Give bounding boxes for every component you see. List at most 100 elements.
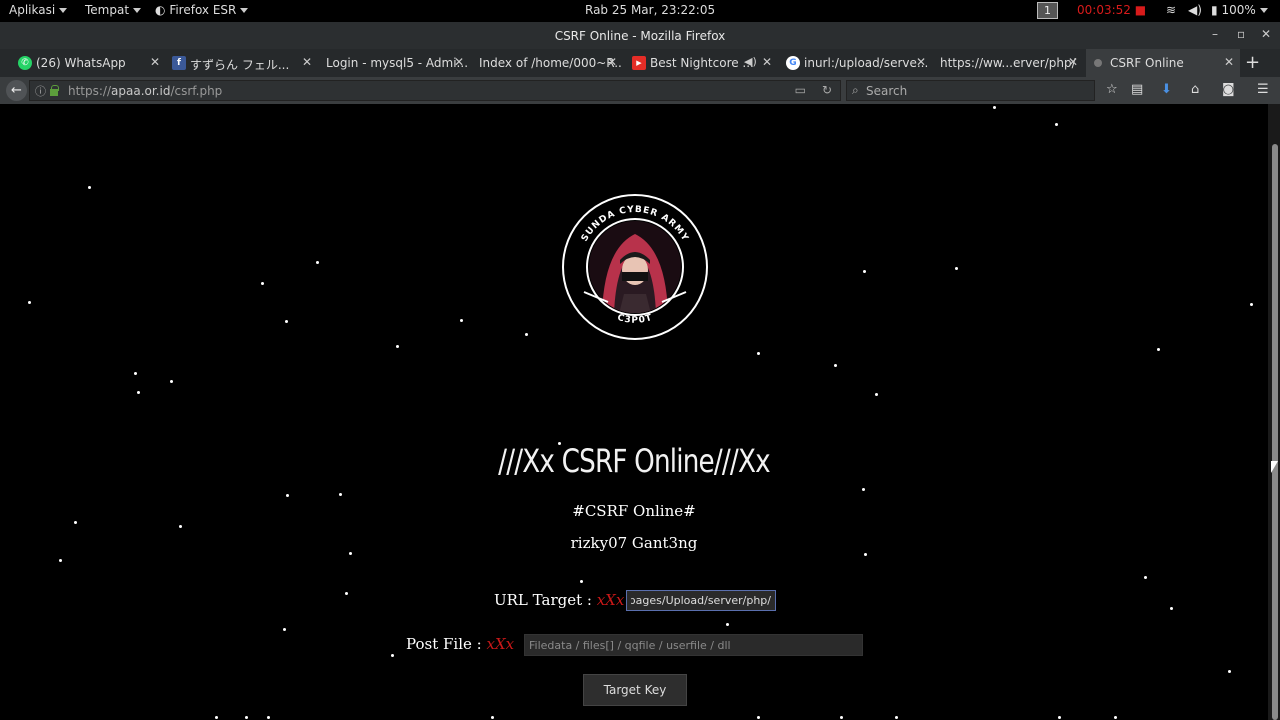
app-name-label: Firefox ESR xyxy=(169,3,237,17)
window-title: CSRF Online - Mozilla Firefox xyxy=(554,29,726,43)
tab-whatsapp[interactable]: ✆ (26) WhatsApp ✕ xyxy=(14,49,166,77)
library-icon[interactable]: ▤ xyxy=(1131,82,1143,97)
close-window-button[interactable]: ✕ xyxy=(1261,27,1271,41)
page-icon xyxy=(1094,59,1102,67)
close-tab-icon[interactable]: ✕ xyxy=(302,55,312,69)
url-target-label-text: URL Target : xyxy=(494,591,597,609)
star-dot xyxy=(267,716,270,719)
star-dot xyxy=(283,628,286,631)
post-file-input[interactable] xyxy=(524,634,863,656)
bookmark-star-icon[interactable]: ☆ xyxy=(1106,82,1118,97)
star-dot xyxy=(864,553,867,556)
search-input[interactable] xyxy=(866,83,1086,99)
new-tab-button[interactable]: + xyxy=(1245,52,1260,73)
url-scheme: https:// xyxy=(68,84,112,98)
star-dot xyxy=(1114,716,1117,719)
star-dot xyxy=(895,716,898,719)
scrollbar-thumb[interactable] xyxy=(1272,144,1278,720)
star-dot xyxy=(1144,576,1147,579)
url-bar[interactable]: ⓘ https://apaa.or.id/csrf.php ▭ ↻ xyxy=(29,80,841,101)
star-dot xyxy=(757,352,760,355)
reload-icon[interactable]: ↻ xyxy=(822,83,832,97)
star-dot xyxy=(863,270,866,273)
tab-label: Login - mysql5 - Admi... xyxy=(326,56,469,70)
applications-label: Aplikasi xyxy=(9,3,56,17)
clock[interactable]: Rab 25 Mar, 23:22:05 xyxy=(585,3,715,17)
tab-label: Best Nightcore ... xyxy=(650,56,754,70)
star-dot xyxy=(286,494,289,497)
places-label: Tempat xyxy=(85,3,130,17)
battery-icon: ▮ xyxy=(1211,3,1218,17)
places-menu[interactable]: Tempat xyxy=(85,3,142,17)
close-tab-icon[interactable]: ✕ xyxy=(762,55,772,69)
back-button[interactable]: ← xyxy=(6,80,27,101)
reader-view-icon[interactable]: ▭ xyxy=(795,83,806,97)
applications-menu[interactable]: Aplikasi xyxy=(9,3,68,17)
app-menu[interactable]: ◐ Firefox ESR xyxy=(155,3,249,17)
close-tab-icon[interactable]: ✕ xyxy=(150,55,160,69)
volume-icon[interactable]: ◀) xyxy=(1188,3,1202,17)
close-tab-icon[interactable]: ✕ xyxy=(607,55,617,69)
url-target-input[interactable] xyxy=(626,590,776,611)
url-host: apaa.or.id xyxy=(111,84,171,98)
target-key-button[interactable]: Target Key xyxy=(583,674,687,706)
tab-label: https://ww...erver/php/ xyxy=(940,56,1076,70)
url-target-marker: xXx xyxy=(596,591,625,609)
tab-index-of[interactable]: Index of /home/000~R... ✕ xyxy=(473,49,623,77)
home-icon[interactable]: ⌂ xyxy=(1191,82,1199,97)
search-bar[interactable]: ⌕ xyxy=(846,80,1095,101)
close-tab-icon[interactable]: ✕ xyxy=(1224,55,1234,69)
tab-label: CSRF Online xyxy=(1110,56,1184,70)
star-dot xyxy=(137,391,140,394)
star-dot xyxy=(1058,716,1061,719)
tab-csrf-online[interactable]: CSRF Online ✕ xyxy=(1086,49,1240,77)
star-dot xyxy=(726,623,729,626)
page-authors: rizky07 Gant3ng xyxy=(570,534,698,552)
post-file-label-text: Post File : xyxy=(406,635,487,653)
menu-icon[interactable]: ☰ xyxy=(1257,82,1269,97)
star-dot xyxy=(491,716,494,719)
recording-indicator[interactable]: 00:03:52 ■ xyxy=(1077,3,1146,17)
google-icon: G xyxy=(786,56,800,70)
close-tab-icon[interactable]: ✕ xyxy=(916,55,926,69)
sunda-cyber-army-logo: SUNDA CYBER ARMY C3P0T xyxy=(562,194,708,340)
lock-icon xyxy=(50,85,59,96)
star-dot xyxy=(88,186,91,189)
chevron-down-icon xyxy=(240,8,249,13)
pocket-icon[interactable]: ◙ xyxy=(1222,82,1235,97)
star-dot xyxy=(134,372,137,375)
download-icon[interactable]: ⬇ xyxy=(1161,82,1172,97)
window-title-bar: CSRF Online - Mozilla Firefox – ▫ ✕ xyxy=(0,22,1280,49)
star-dot xyxy=(580,580,583,583)
star-dot xyxy=(316,261,319,264)
tab-label: (26) WhatsApp xyxy=(36,56,126,70)
battery-indicator[interactable]: ▮ 100% xyxy=(1211,3,1268,17)
tab-server-php[interactable]: https://ww...erver/php/ ✕ xyxy=(934,49,1084,77)
speaker-icon[interactable]: ◀) xyxy=(744,55,757,68)
star-dot xyxy=(993,106,996,109)
star-dot xyxy=(349,552,352,555)
minimize-button[interactable]: – xyxy=(1212,27,1218,41)
whatsapp-icon: ✆ xyxy=(18,56,32,70)
tab-youtube[interactable]: ▶ Best Nightcore ... ◀) ✕ xyxy=(628,49,778,77)
system-top-bar: Aplikasi Tempat ◐ Firefox ESR Rab 25 Mar… xyxy=(0,0,1280,22)
chevron-down-icon xyxy=(133,8,142,13)
mouse-cursor xyxy=(1271,461,1278,473)
wifi-icon[interactable]: ≋ xyxy=(1166,3,1176,17)
youtube-icon: ▶ xyxy=(632,56,646,70)
star-dot xyxy=(525,333,528,336)
star-dot xyxy=(179,525,182,528)
close-tab-icon[interactable]: ✕ xyxy=(454,55,464,69)
workspace-indicator[interactable]: 1 xyxy=(1037,2,1058,19)
tab-login-mysql[interactable]: Login - mysql5 - Admi... ✕ xyxy=(320,49,470,77)
close-tab-icon[interactable]: ✕ xyxy=(1068,55,1078,69)
star-dot xyxy=(834,364,837,367)
url-text[interactable]: https://apaa.or.id/csrf.php xyxy=(68,84,222,98)
maximize-button[interactable]: ▫ xyxy=(1237,27,1245,41)
tab-facebook[interactable]: f すずらん フェル... ✕ xyxy=(168,49,318,77)
page-scrollbar[interactable] xyxy=(1268,104,1280,720)
info-icon[interactable]: ⓘ xyxy=(35,83,46,99)
star-dot xyxy=(460,319,463,322)
tab-google[interactable]: G inurl:/upload/serve... ✕ xyxy=(782,49,932,77)
tab-label: inurl:/upload/serve... xyxy=(804,56,929,70)
